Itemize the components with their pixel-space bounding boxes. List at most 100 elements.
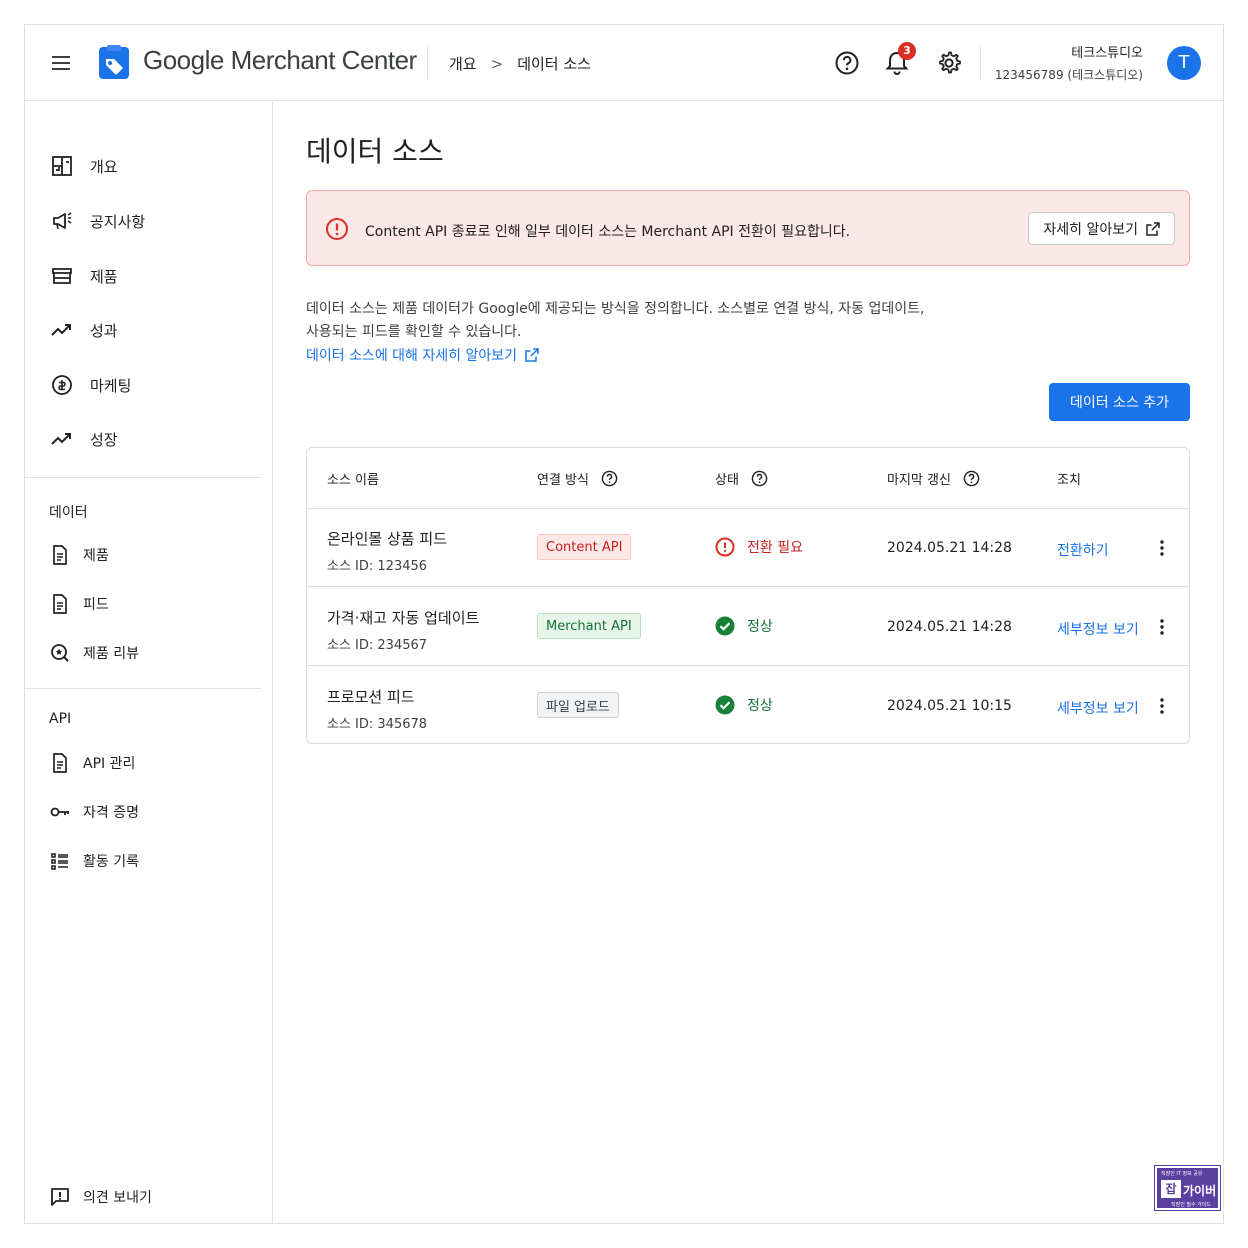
status-label: 정상	[747, 698, 773, 714]
sidebar-item-label: 제품	[90, 267, 118, 286]
help-icon[interactable]	[601, 470, 618, 487]
logo-product-text: Merchant Center	[230, 45, 418, 75]
check-circle-icon	[715, 695, 735, 715]
sidebar-item-growth[interactable]: 성장	[25, 419, 261, 459]
status-cell: 정상	[715, 616, 773, 636]
sidebar-item-activity-log[interactable]: 활동 기록	[25, 841, 261, 881]
table-row: 가격·재고 자동 업데이트 소스 ID: 234567 Merchant API…	[307, 588, 1189, 666]
sidebar-item-label: 성과	[90, 321, 118, 340]
avatar[interactable]: T	[1167, 46, 1201, 80]
more-vert-icon[interactable]	[1152, 696, 1172, 716]
source-name[interactable]: 온라인몰 상품 피드	[327, 528, 447, 549]
source-id: 소스 ID: 123456	[327, 559, 428, 574]
column-header-status: 상태	[715, 469, 768, 488]
sidebar-item-data-products[interactable]: 제품	[25, 535, 261, 575]
megaphone-icon	[50, 209, 74, 233]
learn-more-link[interactable]: 데이터 소스에 대해 자세히 알아보기	[306, 345, 539, 365]
help-icon[interactable]	[833, 49, 861, 77]
help-icon[interactable]	[751, 470, 768, 487]
add-data-source-button[interactable]: 데이터 소스 추가	[1049, 383, 1190, 421]
help-icon[interactable]	[963, 470, 980, 487]
view-details-link[interactable]: 세부정보 보기	[1057, 619, 1139, 639]
description-line: 사용되는 피드를 확인할 수 있습니다.	[306, 324, 522, 340]
more-vert-icon[interactable]	[1152, 538, 1172, 558]
section-divider	[25, 477, 261, 478]
connection-method-chip: 파일 업로드	[537, 692, 619, 718]
sidebar-nav: 개요 공지사항 제품 성과 마케팅 성장 데이터 제품 피드 제품 리뷰 API…	[25, 102, 273, 1223]
page-description: 데이터 소스는 제품 데이터가 Google에 제공되는 방식을 정의합니다. …	[306, 298, 924, 344]
source-name-cell: 가격·재고 자동 업데이트 소스 ID: 234567	[327, 607, 479, 653]
source-id: 소스 ID: 234567	[327, 638, 428, 653]
sidebar-item-label: 성장	[90, 430, 118, 449]
sidebar-item-overview[interactable]: 개요	[25, 146, 261, 186]
column-header-label: 마지막 갱신	[887, 473, 951, 488]
list-icon	[49, 850, 71, 872]
last-updated: 2024.05.21 14:28	[887, 540, 1012, 556]
breadcrumb-current: 데이터 소스	[517, 55, 591, 73]
open-in-new-icon	[525, 348, 539, 362]
sidebar-item-feeds[interactable]: 피드	[25, 584, 261, 624]
sidebar-item-performance[interactable]: 성과	[25, 310, 261, 350]
account-name: 테크스튜디오	[1071, 46, 1143, 61]
open-in-new-icon	[1146, 221, 1160, 236]
page-title: 데이터 소스	[306, 135, 444, 168]
alert-message: Content API 종료로 인해 일부 데이터 소스는 Merchant A…	[365, 224, 851, 240]
notification-count-badge: 3	[898, 42, 916, 60]
trending-up-icon	[50, 427, 74, 451]
account-switcher[interactable]: 테크스튜디오 123456789 (테크스튜디오)	[995, 42, 1143, 83]
status-cell: 전환 필요	[715, 537, 803, 557]
sidebar-item-label: 피드	[83, 597, 109, 613]
alert-learn-more-button[interactable]: 자세히 알아보기	[1028, 212, 1175, 245]
watermark-logo: 직장인 IT 정보 공유 잡 가이버 직장인 필수 가이드	[1154, 1165, 1221, 1211]
logo-google-text: Google	[143, 45, 224, 75]
sidebar-item-label: 개요	[90, 157, 118, 176]
migration-alert-banner: Content API 종료로 인해 일부 데이터 소스는 Merchant A…	[306, 190, 1190, 266]
migrate-action-link[interactable]: 전환하기	[1057, 540, 1109, 560]
account-id: 123456789 (테크스튜디오)	[994, 68, 1143, 82]
source-id: 소스 ID: 345678	[327, 717, 428, 732]
more-vert-icon[interactable]	[1152, 617, 1172, 637]
learn-more-label: 데이터 소스에 대해 자세히 알아보기	[306, 348, 517, 364]
document-icon	[49, 752, 71, 774]
sidebar-item-label: 제품 리뷰	[83, 646, 139, 662]
source-name[interactable]: 프로모션 피드	[327, 686, 427, 707]
sidebar-item-product-reviews[interactable]: 제품 리뷰	[25, 633, 261, 673]
watermark-bottom-text: 직장인 필수 가이드	[1171, 1202, 1211, 1208]
sidebar-item-label: 공지사항	[90, 212, 146, 231]
column-header-label: 소스 이름	[327, 473, 379, 488]
sidebar-item-label: 자격 증명	[83, 805, 139, 821]
section-title-api: API	[49, 711, 72, 727]
send-feedback-button[interactable]: 의견 보내기	[25, 1177, 261, 1217]
document-icon	[49, 593, 71, 615]
app-window: Google Merchant Center 개요 > 데이터 소스 3 테크스…	[24, 24, 1224, 1224]
table-row: 프로모션 피드 소스 ID: 345678 파일 업로드 정상 2024.05.…	[307, 667, 1189, 745]
source-name-cell: 프로모션 피드 소스 ID: 345678	[327, 686, 427, 732]
column-header-label: 조치	[1057, 473, 1081, 488]
product-logo-text: Google Merchant Center	[143, 45, 417, 76]
breadcrumb-overview[interactable]: 개요	[449, 53, 477, 74]
sidebar-item-announcements[interactable]: 공지사항	[25, 201, 261, 241]
menu-icon[interactable]	[49, 51, 73, 75]
column-header-action: 조치	[1057, 469, 1081, 488]
sidebar-item-products[interactable]: 제품	[25, 256, 261, 296]
header-divider	[980, 47, 981, 79]
view-details-link[interactable]: 세부정보 보기	[1057, 698, 1139, 718]
table-header: 소스 이름 연결 방식 상태 마지막 갱신 조치	[307, 448, 1189, 509]
column-header-label: 연결 방식	[537, 473, 589, 488]
last-updated: 2024.05.21 14:28	[887, 619, 1012, 635]
watermark-main-text: 가이버	[1183, 1184, 1217, 1198]
sidebar-item-credentials[interactable]: 자격 증명	[25, 792, 261, 832]
error-icon	[715, 537, 735, 557]
sidebar-item-label: 제품	[83, 548, 109, 564]
store-icon	[50, 264, 74, 288]
feedback-icon	[49, 1186, 71, 1208]
merchant-center-logo-icon	[99, 45, 129, 79]
source-name[interactable]: 가격·재고 자동 업데이트	[327, 607, 479, 628]
watermark-top-text: 직장인 IT 정보 공유	[1161, 1171, 1203, 1177]
status-cell: 정상	[715, 695, 773, 715]
sidebar-item-marketing[interactable]: 마케팅	[25, 365, 261, 405]
section-divider	[25, 688, 261, 689]
sidebar-item-label: 활동 기록	[83, 854, 139, 870]
sidebar-item-api-management[interactable]: API 관리	[25, 743, 261, 783]
settings-gear-icon[interactable]	[935, 49, 963, 77]
